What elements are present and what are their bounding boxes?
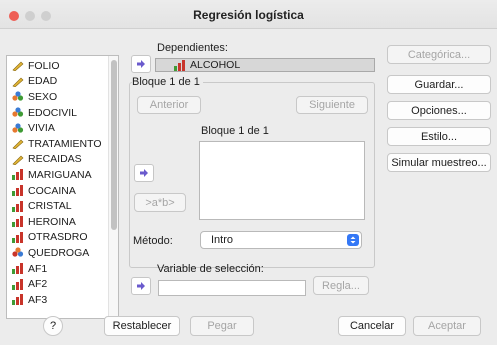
ordinal-bars-icon — [12, 200, 24, 212]
ruler-icon — [12, 76, 24, 88]
block-header: Bloque 1 de 1 — [132, 76, 203, 88]
ordinal-bars-icon — [12, 263, 24, 275]
variable-item[interactable]: VIVIA — [7, 120, 118, 136]
variable-item[interactable]: EDAD — [7, 74, 118, 90]
ok-button[interactable]: Aceptar — [413, 316, 481, 336]
variable-item[interactable]: OTRASDRO — [7, 230, 118, 246]
dependent-label: Dependientes: — [157, 42, 228, 54]
variable-item[interactable]: MARIGUANA — [7, 167, 118, 183]
variable-item[interactable]: SEXO — [7, 89, 118, 105]
variable-label: CRISTAL — [28, 200, 72, 213]
selection-variable-label: Variable de selección: — [157, 263, 264, 275]
ordinal-bars-icon — [12, 278, 24, 290]
variable-label: EDOCIVIL — [28, 106, 78, 119]
ruler-icon — [12, 138, 24, 150]
variable-label: FOLIO — [28, 59, 60, 72]
variable-item[interactable]: CRISTAL — [7, 198, 118, 214]
options-button[interactable]: Opciones... — [387, 101, 491, 120]
variable-label: HEROINA — [28, 215, 76, 228]
variable-item[interactable]: AF2 — [7, 276, 118, 292]
nominal-circles-icon — [12, 123, 24, 134]
variable-item[interactable]: FOLIO — [7, 58, 118, 74]
variable-item[interactable]: HEROINA — [7, 214, 118, 230]
nominal-circles-icon — [12, 247, 24, 258]
variable-label: AF1 — [28, 262, 48, 275]
ordinal-bars-icon — [174, 59, 186, 71]
variable-label: AF3 — [28, 293, 48, 306]
cancel-button[interactable]: Cancelar — [338, 316, 406, 336]
right-arrow-icon — [137, 282, 145, 290]
ordinal-bars-icon — [12, 294, 24, 306]
variable-item[interactable]: EDOCIVIL — [7, 105, 118, 121]
nominal-circles-icon — [12, 91, 24, 102]
variable-label: AF2 — [28, 278, 48, 291]
variable-label: SEXO — [28, 90, 58, 103]
variable-label: QUEDROGA — [28, 246, 90, 259]
previous-block-button[interactable]: Anterior — [137, 96, 201, 114]
variable-item[interactable]: COCAINA — [7, 183, 118, 199]
paste-button[interactable]: Pegar — [190, 316, 254, 336]
variable-label: RECAIDAS — [28, 153, 82, 166]
variable-items: FOLIO EDAD SEXO EDOCIVIL VIVIA TRATAMIENTO REC… — [7, 56, 118, 308]
variable-label: EDAD — [28, 75, 58, 88]
nominal-circles-icon — [12, 107, 24, 118]
variable-label: TRATAMIENTO — [28, 137, 102, 150]
ordinal-bars-icon — [12, 216, 24, 228]
categorical-button[interactable]: Categórica... — [387, 45, 491, 64]
ruler-icon — [12, 154, 24, 166]
move-to-covariates-button[interactable] — [134, 164, 154, 182]
method-select[interactable]: Intro — [200, 231, 362, 249]
ordinal-bars-icon — [12, 185, 24, 197]
reset-button[interactable]: Restablecer — [104, 316, 180, 336]
variable-item[interactable]: RECAIDAS — [7, 152, 118, 168]
covariates-list[interactable] — [199, 141, 365, 220]
dependent-value: ALCOHOL — [190, 59, 241, 71]
variable-label: MARIGUANA — [28, 168, 92, 181]
method-label: Método: — [133, 235, 173, 247]
right-arrow-icon — [137, 60, 145, 68]
dependent-field[interactable]: ALCOHOL — [155, 58, 375, 72]
block-inner-label: Bloque 1 de 1 — [201, 125, 269, 137]
ordinal-bars-icon — [12, 169, 24, 181]
next-block-button[interactable]: Siguiente — [296, 96, 368, 114]
interaction-button[interactable]: >a*b> — [134, 193, 186, 212]
ordinal-bars-icon — [12, 231, 24, 243]
style-button[interactable]: Estilo... — [387, 127, 491, 146]
variable-label: OTRASDRO — [28, 231, 88, 244]
variable-label: COCAINA — [28, 184, 76, 197]
bootstrap-button[interactable]: Simular muestreo... — [387, 153, 491, 172]
help-button[interactable]: ? — [43, 316, 63, 336]
variable-item[interactable]: AF1 — [7, 261, 118, 277]
variable-item[interactable]: AF3 — [7, 292, 118, 308]
method-value: Intro — [211, 234, 234, 246]
variable-item[interactable]: TRATAMIENTO — [7, 136, 118, 152]
rule-button[interactable]: Regla... — [313, 276, 369, 295]
variable-item[interactable]: QUEDROGA — [7, 245, 118, 261]
window-title: Regresión logística — [193, 8, 304, 22]
chevron-updown-icon — [347, 234, 359, 246]
move-to-dependent-button[interactable] — [131, 55, 151, 73]
variable-list-scrollbar[interactable] — [108, 56, 118, 318]
variable-list[interactable]: FOLIO EDAD SEXO EDOCIVIL VIVIA TRATAMIENTO REC… — [6, 55, 119, 319]
selection-variable-field[interactable] — [158, 280, 306, 296]
variable-label: VIVIA — [28, 122, 55, 135]
ruler-icon — [12, 60, 24, 72]
scrollbar-thumb[interactable] — [111, 60, 117, 230]
right-arrow-icon — [140, 169, 148, 177]
move-to-selection-button[interactable] — [131, 277, 151, 295]
save-button[interactable]: Guardar... — [387, 75, 491, 94]
